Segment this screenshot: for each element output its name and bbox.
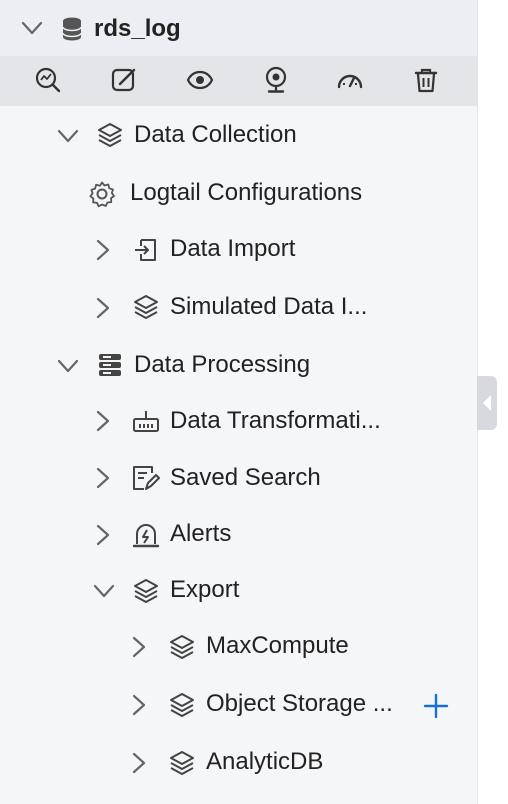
collapse-sidebar-handle[interactable] [477, 376, 497, 430]
delete-button[interactable] [412, 66, 442, 96]
tree-item-logtail-configurations[interactable]: Logtail Configurations [130, 178, 362, 208]
layers-icon [170, 635, 194, 659]
chevron-right-icon[interactable] [94, 409, 112, 433]
webcam-icon [265, 66, 287, 93]
chevron-down-icon[interactable] [20, 18, 44, 38]
tree-item-alerts[interactable]: Alerts [170, 519, 231, 549]
tree-item-data-collection[interactable]: Data Collection [134, 120, 297, 150]
chevron-right-icon[interactable] [94, 523, 112, 547]
tree-item-data-processing[interactable]: Data Processing [134, 350, 310, 380]
layers-icon [170, 693, 194, 717]
dashboard-button[interactable] [336, 66, 366, 96]
alarm-icon [132, 524, 160, 548]
tree-item-simulated-data-import[interactable]: Simulated Data I... [170, 292, 367, 322]
tree-item-saved-search[interactable]: Saved Search [170, 463, 321, 493]
edit-button[interactable] [110, 66, 140, 96]
caret-left-icon [483, 395, 491, 411]
server-stack-icon [99, 354, 121, 376]
layers-icon [134, 579, 158, 603]
gear-icon [89, 181, 115, 208]
plus-icon [423, 693, 449, 719]
chevron-right-icon[interactable] [130, 635, 148, 659]
chevron-right-icon[interactable] [130, 693, 148, 717]
tree-item-export[interactable]: Export [170, 575, 239, 605]
chevron-down-icon[interactable] [56, 127, 80, 145]
layers-icon [170, 751, 194, 775]
chevron-right-icon[interactable] [94, 296, 112, 320]
database-icon [62, 17, 82, 41]
add-object-storage-button[interactable] [420, 690, 452, 722]
search-chart-icon [35, 67, 61, 93]
tree-item-data-transformation[interactable]: Data Transformati... [170, 406, 381, 436]
project-title: rds_log [94, 15, 181, 42]
view-button[interactable] [186, 66, 216, 96]
query-analysis-button[interactable] [34, 66, 64, 96]
speedometer-icon [337, 74, 363, 89]
chevron-down-icon[interactable] [56, 357, 80, 375]
saved-search-icon [133, 466, 160, 490]
layers-icon [98, 123, 122, 147]
layers-icon [134, 295, 158, 319]
tree-item-maxcompute[interactable]: MaxCompute [206, 631, 349, 661]
edit-icon [111, 68, 136, 92]
chevron-right-icon[interactable] [94, 466, 112, 490]
import-icon [135, 239, 156, 261]
chevron-right-icon[interactable] [94, 238, 112, 262]
trash-icon [414, 68, 438, 93]
eye-icon [186, 70, 214, 90]
transform-icon [133, 411, 159, 432]
chevron-right-icon[interactable] [130, 751, 148, 775]
project-toolbar [0, 56, 477, 106]
tree-item-object-storage[interactable]: Object Storage ... [206, 689, 393, 719]
tree-item-data-import[interactable]: Data Import [170, 234, 295, 264]
tree-item-analyticdb[interactable]: AnalyticDB [206, 747, 323, 777]
monitor-button[interactable] [262, 66, 292, 96]
chevron-down-icon[interactable] [92, 582, 116, 600]
